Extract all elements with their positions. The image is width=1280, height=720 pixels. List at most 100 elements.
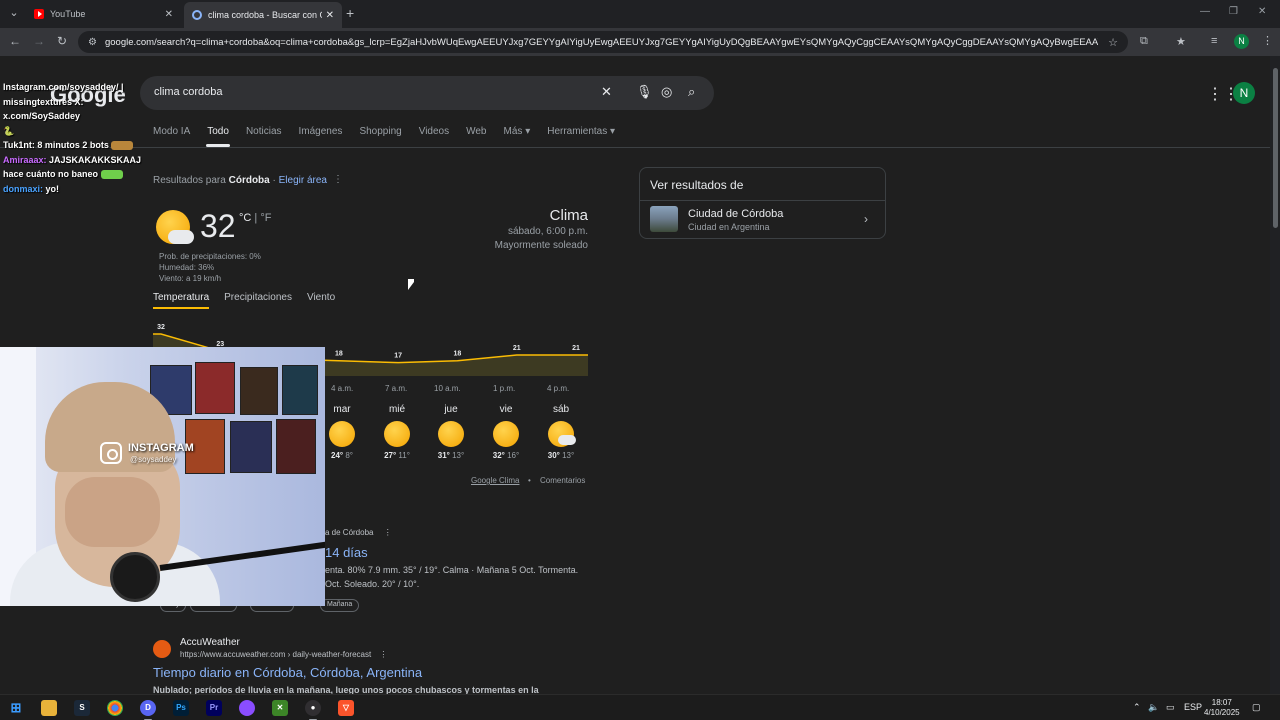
minecraft-icon[interactable]: ✕: [272, 700, 288, 716]
forward-icon[interactable]: →: [33, 34, 45, 48]
extensions-icon[interactable]: ⧉: [1140, 35, 1148, 48]
more-options-icon[interactable]: ⋮: [333, 174, 343, 185]
account-avatar[interactable]: N: [1233, 82, 1255, 104]
tab-web[interactable]: Web: [466, 126, 486, 137]
forecast-day-selected[interactable]: sáb 30° 13°: [541, 404, 581, 460]
city-thumbnail[interactable]: [650, 206, 678, 232]
forecast-day[interactable]: vie 32° 16°: [486, 404, 526, 460]
forecast-day[interactable]: jue 31° 13°: [431, 404, 471, 460]
language-indicator[interactable]: ESP: [1184, 702, 1202, 712]
close-window-icon[interactable]: ✕: [1258, 6, 1266, 17]
webcam-overlay: INSTAGRAM @soysaddey: [0, 347, 325, 606]
forecast-day[interactable]: mié 27° 11°: [377, 404, 417, 460]
back-icon[interactable]: ←: [9, 34, 21, 48]
temperature-data-label: 21: [513, 345, 521, 352]
site-info-icon[interactable]: ⚙: [88, 37, 97, 48]
chrome-icon[interactable]: [107, 700, 123, 716]
close-tab-icon[interactable]: ✕: [326, 10, 334, 21]
purple-app-icon[interactable]: [239, 700, 255, 716]
tray-expand-icon[interactable]: ⌃: [1133, 702, 1141, 713]
result-title-link[interactable]: 14 días: [325, 545, 368, 560]
network-icon[interactable]: ▭: [1166, 702, 1175, 713]
notifications-icon[interactable]: ▢: [1252, 702, 1261, 713]
windows-start-icon[interactable]: ⊞: [8, 700, 24, 716]
see-results-about-panel: Ver resultados de Ciudad de Córdoba Ciud…: [639, 167, 886, 239]
tab-imagenes[interactable]: Imágenes: [299, 126, 343, 137]
wind: Viento: a 19 km/h: [159, 274, 222, 283]
google-weather-link[interactable]: Google Clima: [471, 476, 519, 485]
hour-label: 1 p.m.: [493, 384, 516, 393]
search-input[interactable]: clima cordoba: [154, 86, 222, 98]
profile-avatar[interactable]: N: [1234, 34, 1249, 49]
browser-toolbar: ← → ↻ ⚙ google.com/search?q=clima+cordob…: [0, 28, 1280, 56]
hour-label: 4 p.m.: [547, 384, 570, 393]
day-temps: 27° 11°: [377, 451, 417, 460]
tab-search-icon[interactable]: ⌄: [4, 4, 24, 22]
tab-noticias[interactable]: Noticias: [246, 126, 282, 137]
scrollbar-thumb[interactable]: [1273, 68, 1278, 228]
result-title-link[interactable]: Tiempo diario en Córdoba, Córdoba, Argen…: [153, 665, 422, 680]
sitelink-chip[interactable]: Mañana: [320, 599, 360, 612]
menu-more-icon[interactable]: ⋮: [1262, 34, 1273, 47]
address-bar[interactable]: ⚙ google.com/search?q=clima+cordoba&oq=c…: [78, 31, 1128, 53]
tab-mas[interactable]: Más ▾: [504, 126, 531, 137]
lens-camera-icon[interactable]: ◎: [661, 84, 672, 100]
brave-icon[interactable]: ▽: [338, 700, 354, 716]
microphone-object: [110, 552, 160, 602]
more-options-icon[interactable]: ⋮: [379, 650, 387, 659]
bookmark-star-icon[interactable]: ☆: [1108, 36, 1118, 49]
entity-name-link[interactable]: Ciudad de Córdoba: [688, 208, 783, 220]
close-tab-icon[interactable]: ✕: [165, 9, 173, 20]
comments-link[interactable]: Comentarios: [540, 476, 585, 485]
sunny-icon: [438, 421, 464, 447]
search-icon[interactable]: ⌕: [688, 84, 695, 100]
volume-icon[interactable]: 🔈: [1148, 702, 1159, 713]
bookmarks-icon[interactable]: ★: [1176, 35, 1186, 48]
obs-icon[interactable]: ●: [305, 700, 321, 720]
tab-todo[interactable]: Todo: [206, 126, 230, 147]
tab-herramientas[interactable]: Herramientas ▾: [547, 126, 615, 137]
clear-icon[interactable]: ✕: [601, 84, 612, 100]
media-control-icon[interactable]: ≡: [1211, 35, 1217, 47]
file-explorer-icon[interactable]: [41, 700, 57, 716]
sunny-icon: [384, 421, 410, 447]
url-text: google.com/search?q=clima+cordoba&oq=cli…: [104, 36, 1099, 48]
tab-youtube[interactable]: YouTube ✕: [26, 2, 181, 26]
tab-precipitaciones[interactable]: Precipitaciones: [224, 292, 292, 303]
chevron-down-icon: ▾: [525, 126, 531, 137]
tabs-divider: [0, 147, 1270, 148]
forecast-day[interactable]: mar 24° 8°: [322, 404, 362, 460]
choose-area-link[interactable]: Elegir área: [279, 175, 327, 186]
photoshop-icon[interactable]: Ps: [173, 700, 189, 716]
unit-fahrenheit[interactable]: °F: [260, 212, 271, 224]
tab-google-search[interactable]: clima cordoba - Buscar con Google ✕: [184, 2, 342, 28]
result-snippet: Oct. Soleado. 20° / 10°.: [325, 579, 420, 589]
chevron-right-icon[interactable]: ›: [864, 212, 868, 226]
day-low: 11°: [398, 451, 410, 460]
emote-icon: [100, 170, 123, 180]
day-low: 13°: [562, 451, 575, 460]
page-scrollbar[interactable]: [1270, 56, 1280, 694]
clock-date: 4/10/2025: [1204, 708, 1240, 717]
search-box[interactable]: clima cordoba ✕ 🎙 ◎ ⌕: [140, 76, 714, 110]
steam-icon[interactable]: S: [74, 700, 90, 716]
more-options-icon[interactable]: ⋮: [384, 528, 392, 537]
tab-shopping[interactable]: Shopping: [359, 126, 401, 137]
tab-videos[interactable]: Videos: [419, 126, 449, 137]
weather-time: sábado, 6:00 p.m.: [507, 226, 588, 237]
tab-temperatura[interactable]: Temperatura: [153, 292, 210, 309]
minimize-icon[interactable]: —: [1200, 6, 1210, 17]
discord-icon[interactable]: D: [140, 700, 156, 720]
day-temps: 24° 8°: [322, 451, 362, 460]
new-tab-icon[interactable]: +: [346, 5, 354, 21]
day-low: 16°: [507, 451, 520, 460]
reload-icon[interactable]: ↻: [57, 34, 67, 48]
premiere-icon[interactable]: Pr: [206, 700, 222, 716]
system-clock[interactable]: 18:07 4/10/2025: [1204, 698, 1240, 718]
unit-celsius[interactable]: °C: [239, 212, 251, 224]
restore-icon[interactable]: ❐: [1229, 6, 1238, 17]
chevron-down-icon: ▾: [610, 126, 616, 137]
result-snippet: enta. 80% 7.9 mm. 35° / 19°. Calma · Mañ…: [325, 565, 579, 575]
microphone-icon[interactable]: 🎙: [636, 84, 653, 100]
tab-viento[interactable]: Viento: [307, 292, 335, 303]
